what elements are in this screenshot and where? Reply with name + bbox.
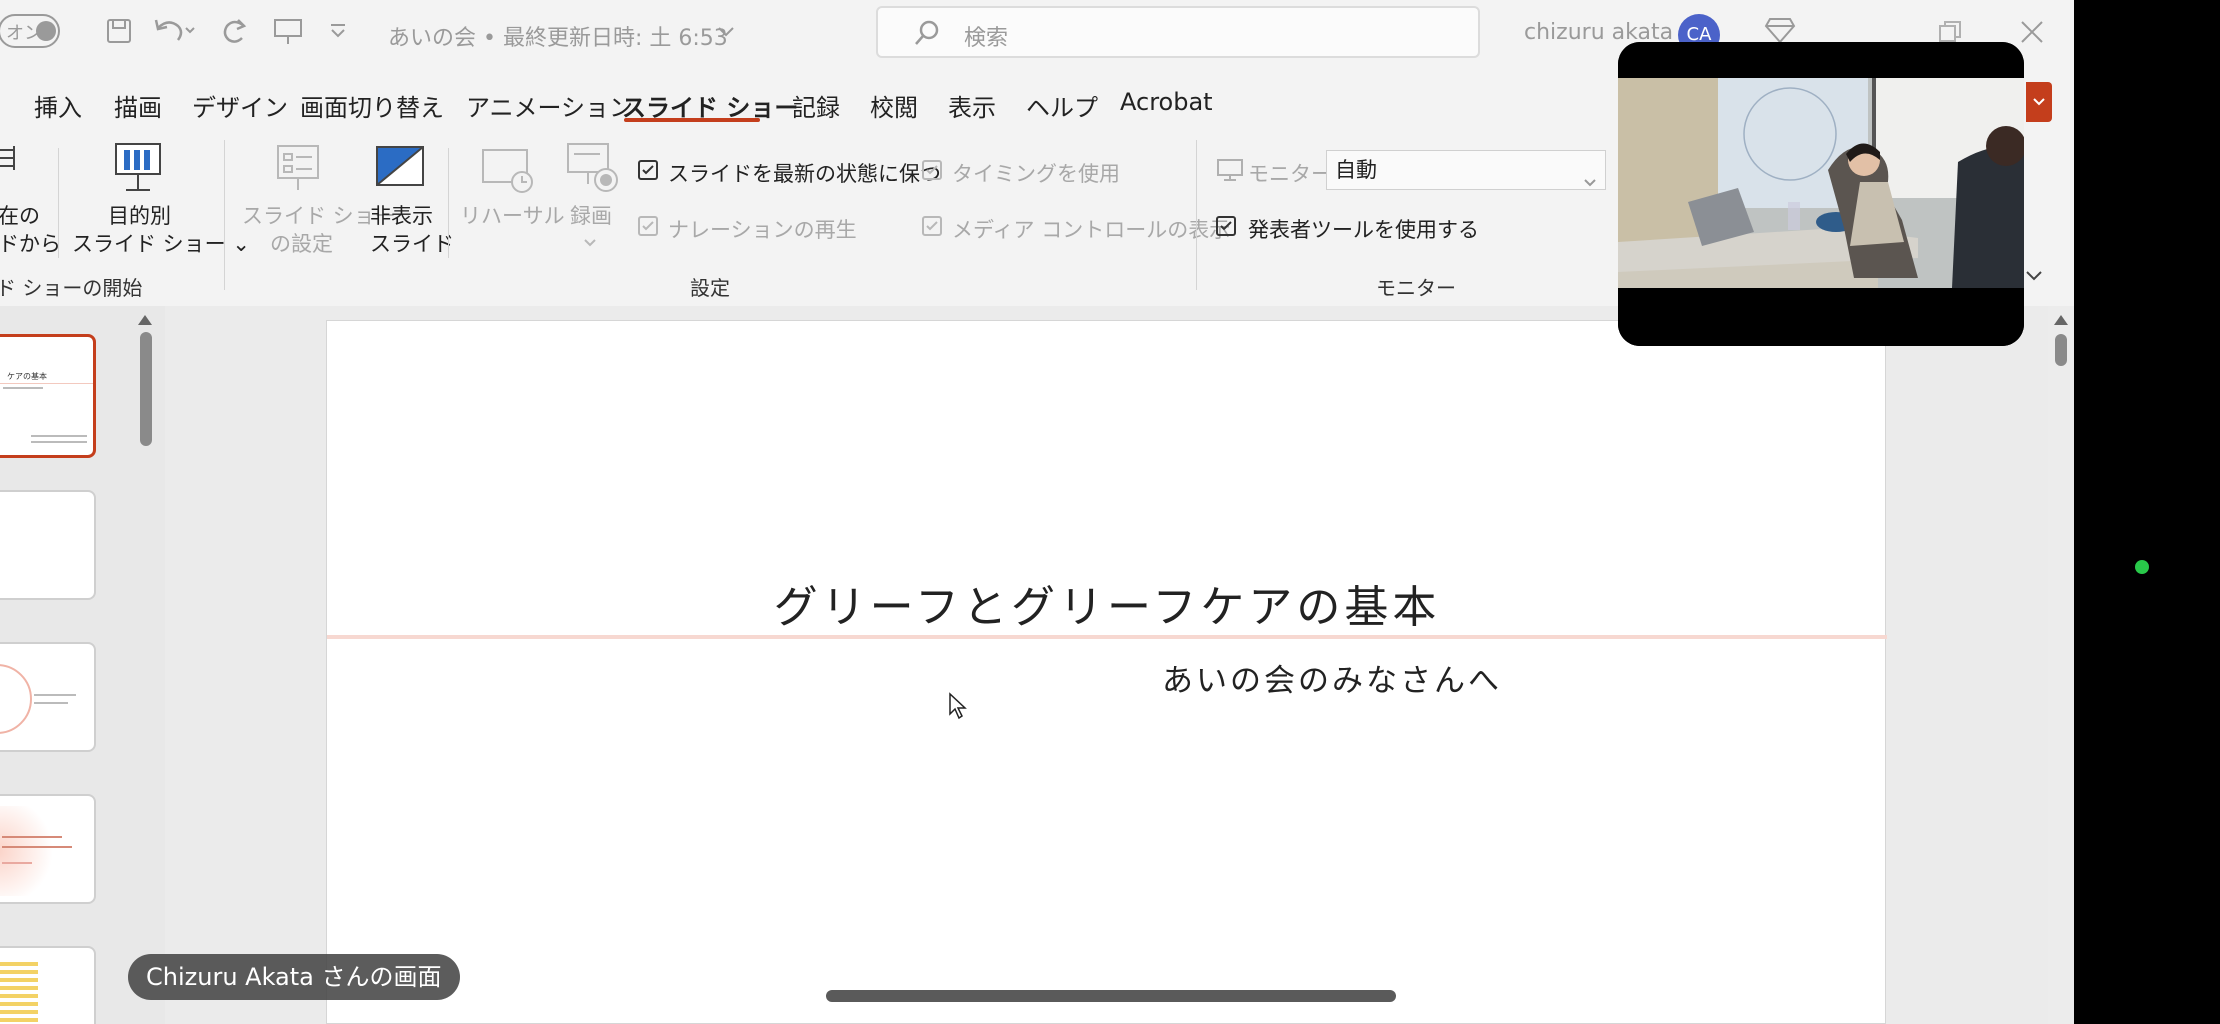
autosave-toggle[interactable]: オン: [0, 14, 60, 48]
slide-thumbnail[interactable]: [0, 642, 96, 752]
thumbnail-title: ケアの基本: [7, 372, 47, 381]
from-current-line1: 在の: [0, 204, 40, 228]
checkbox-checked: [638, 216, 658, 236]
chevron-down-icon: [1583, 163, 1597, 201]
slide-thumbnail[interactable]: [0, 490, 96, 600]
thumbnail-gradient: [0, 806, 62, 896]
thumbnail-line: [0, 383, 93, 384]
record-label: 録画: [570, 204, 612, 228]
search-placeholder: 検索: [964, 26, 1009, 51]
setup-show-line2: の設定: [270, 232, 333, 256]
play-narration-label: ナレーションの再生: [668, 218, 857, 242]
thumbnail-text: [2, 836, 62, 838]
divider: [448, 148, 449, 258]
slide-title[interactable]: グリーフとグリーフケアの基本: [327, 571, 1887, 635]
divider: [58, 148, 59, 258]
monitor-select[interactable]: 自動: [1326, 150, 1606, 190]
group-label-setup: 設定: [690, 276, 730, 300]
group-divider: [224, 140, 225, 290]
checkbox-checked: [922, 216, 942, 236]
tab-help[interactable]: ヘルプ: [1026, 88, 1098, 123]
undo-icon[interactable]: [152, 16, 196, 50]
tab-record[interactable]: 記録: [792, 88, 840, 123]
setup-show-icon: [272, 142, 324, 198]
video-call-preview[interactable]: [1618, 42, 2024, 346]
checkbox-checked: [638, 160, 658, 180]
custom-show-line1: 目的別: [108, 204, 171, 228]
home-indicator[interactable]: [826, 990, 1396, 1002]
toggle-knob: [36, 21, 56, 41]
from-current-line2: ドから: [0, 232, 61, 256]
checkbox-checked: [1216, 216, 1236, 236]
slide-thumbnail[interactable]: [0, 794, 96, 904]
media-controls-label: メディア コントロールの表示: [952, 218, 1231, 242]
group-label-monitor: モニター: [1376, 276, 1456, 300]
document-title[interactable]: あいの会 • 最終更新日時: 土 6:53: [388, 20, 728, 52]
close-icon[interactable]: [2020, 20, 2044, 48]
thumbnail-text: [2, 862, 32, 864]
share-button[interactable]: [2026, 82, 2052, 122]
tab-acrobat[interactable]: Acrobat: [1120, 88, 1213, 116]
record-icon: [564, 140, 620, 200]
group-divider: [1196, 140, 1197, 290]
tab-scroll-fragment: [0, 88, 6, 116]
ribbon-expand-icon[interactable]: [2024, 268, 2044, 288]
thumbnail-scrollbar-thumb[interactable]: [140, 332, 152, 446]
thumbnail-text: [3, 387, 43, 389]
tab-review[interactable]: 校閲: [870, 88, 918, 123]
hide-slide-line1: 非表示: [370, 204, 433, 228]
thumbnail-text: [34, 702, 68, 704]
monitor-icon: [1216, 158, 1244, 186]
hide-slide-icon: [374, 144, 428, 194]
tab-insert[interactable]: 挿入: [34, 88, 82, 123]
customize-toolbar-icon[interactable]: [328, 22, 348, 46]
status-dot: [2135, 560, 2149, 574]
scroll-up-arrow-icon[interactable]: [136, 312, 154, 331]
presenter-view-label: 発表者ツールを使用する: [1248, 218, 1479, 242]
slide-title-divider: [327, 635, 1887, 639]
tab-draw[interactable]: 描画: [114, 88, 162, 123]
checkbox-checked: [922, 160, 942, 180]
chevron-down-icon: [582, 234, 598, 253]
mouse-cursor-icon: [948, 692, 968, 724]
present-from-start-icon[interactable]: [272, 16, 304, 50]
hide-slide-line2: スライド: [370, 232, 454, 256]
thumbnail-text: [34, 694, 76, 696]
use-timings-label: タイミングを使用: [952, 162, 1120, 186]
save-icon[interactable]: [104, 16, 134, 50]
redo-icon[interactable]: [220, 16, 250, 50]
vertical-scrollbar[interactable]: [2048, 306, 2074, 1024]
participant-video: [1618, 42, 2024, 346]
group-label-start-slideshow: ド ショーの開始: [0, 276, 143, 300]
monitor-value: 自動: [1335, 158, 1377, 182]
screen-share-label: Chizuru Akata さんの画面: [128, 954, 460, 1000]
scroll-up-arrow-icon[interactable]: [2052, 312, 2070, 331]
thumbnail-table: [0, 962, 38, 1024]
tab-animations[interactable]: アニメーション: [466, 88, 633, 123]
thumbnail-diagram: [0, 664, 32, 734]
slide-thumbnail-panel: ケアの基本: [0, 306, 165, 1024]
slides-icon: [0, 144, 20, 188]
tab-view[interactable]: 表示: [948, 88, 996, 123]
rehearse-label: リハーサル: [460, 204, 565, 228]
thumbnail-text: [31, 441, 87, 443]
search-box[interactable]: 検索: [876, 6, 1480, 58]
active-tab-indicator: [624, 118, 760, 122]
keep-updated-label: スライドを最新の状態に保つ: [668, 162, 941, 186]
projector-screen-icon: [112, 140, 164, 200]
slide-thumbnail[interactable]: [0, 946, 96, 1024]
scrollbar-thumb[interactable]: [2055, 334, 2067, 366]
chevron-down-icon[interactable]: [716, 24, 736, 44]
slide-canvas[interactable]: グリーフとグリーフケアの基本 あいの会のみなさんへ: [326, 320, 1887, 1024]
tab-transitions[interactable]: 画面切り替え: [300, 88, 444, 123]
search-icon: [912, 18, 942, 52]
rehearse-icon: [480, 144, 536, 200]
tab-design[interactable]: デザイン: [192, 88, 288, 123]
thumbnail-text: [2, 846, 72, 848]
slide-subtitle[interactable]: あいの会のみなさんへ: [1162, 655, 1502, 700]
thumbnail-text: [31, 435, 87, 437]
slide-thumbnail[interactable]: ケアの基本: [0, 334, 96, 458]
